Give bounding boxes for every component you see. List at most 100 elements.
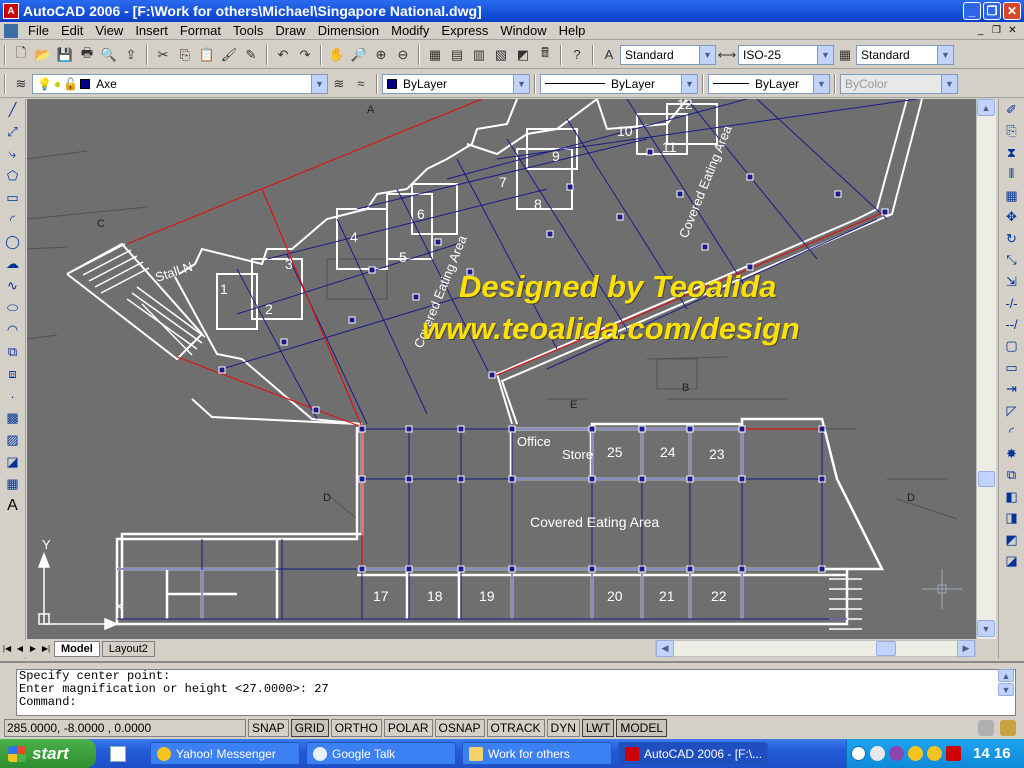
undo-icon[interactable]: ↶ [272, 44, 294, 66]
send-under-icon[interactable]: ◪ [1000, 551, 1024, 573]
menu-window[interactable]: Window [494, 23, 552, 38]
copy-icon[interactable]: ⎘ [174, 44, 196, 66]
dim-style-select[interactable]: ISO-25 ▼ [738, 44, 834, 65]
zoom-window-icon[interactable]: ⊕ [370, 44, 392, 66]
match-properties-icon[interactable]: 🖌 [218, 44, 240, 66]
prev-tab-icon[interactable]: ◀ [14, 642, 26, 656]
document-icon[interactable] [4, 23, 18, 38]
spline-tool-icon[interactable]: ∿ [1, 275, 25, 297]
last-tab-icon[interactable]: ▶| [40, 642, 52, 656]
menu-help[interactable]: Help [553, 23, 592, 38]
clock[interactable]: 14 16 [973, 745, 1011, 762]
menu-view[interactable]: View [89, 23, 129, 38]
block-editor-icon[interactable]: ✎ [240, 44, 262, 66]
help-icon[interactable]: ? [566, 44, 588, 66]
properties-icon[interactable]: ▦ [424, 44, 446, 66]
publish-icon[interactable]: ⇪ [120, 44, 142, 66]
plot-preview-icon[interactable]: 🔍 [98, 44, 120, 66]
chevron-down-icon[interactable]: ▼ [813, 74, 829, 93]
ellipse-arc-icon[interactable]: ◠ [1, 319, 25, 341]
zoom-previous-icon[interactable]: ⊖ [392, 44, 414, 66]
join-tool-icon[interactable]: ⇥ [1000, 379, 1024, 401]
trim-tool-icon[interactable]: -/- [1000, 293, 1024, 315]
region-tool-icon[interactable]: ◪ [1, 451, 25, 473]
chamfer-tool-icon[interactable]: ◸ [1000, 400, 1024, 422]
menu-edit[interactable]: Edit [55, 23, 89, 38]
menu-modify[interactable]: Modify [385, 23, 435, 38]
revision-cloud-icon[interactable]: ☁ [1, 253, 25, 275]
polygon-tool-icon[interactable]: ⬠ [1, 165, 25, 187]
cut-icon[interactable]: ✂ [152, 44, 174, 66]
start-button[interactable]: start [0, 739, 96, 768]
first-tab-icon[interactable]: |◀ [1, 642, 13, 656]
move-tool-icon[interactable]: ✥ [1000, 207, 1024, 229]
b-app-icon[interactable] [946, 746, 961, 761]
scroll-left-icon[interactable]: ◀ [656, 640, 674, 657]
task-google-talk[interactable]: Google Talk [306, 742, 456, 765]
command-history[interactable]: Specify center point: Enter magnificatio… [16, 669, 1016, 716]
next-tab-icon[interactable]: ▶ [27, 642, 39, 656]
point-tool-icon[interactable]: · [1, 385, 25, 407]
insert-block-icon[interactable]: ⧉ [1, 341, 25, 363]
ortho-toggle[interactable]: ORTHO [330, 719, 382, 737]
table-style-icon[interactable]: ▦ [834, 44, 856, 66]
save-icon[interactable]: 💾 [54, 44, 76, 66]
model-toggle[interactable]: MODEL [616, 719, 668, 737]
doc-restore-button[interactable]: ❐ [989, 23, 1004, 37]
mirror-tool-icon[interactable]: ⧗ [1000, 142, 1024, 164]
tool-palettes-icon[interactable]: ▥ [468, 44, 490, 66]
menu-dimension[interactable]: Dimension [312, 23, 385, 38]
open-file-icon[interactable]: 📂 [32, 44, 54, 66]
chevron-down-icon[interactable]: ▼ [937, 45, 953, 64]
layer-manager-icon[interactable]: ≋ [10, 73, 32, 95]
redo-icon[interactable]: ↷ [294, 44, 316, 66]
layer-previous-icon[interactable]: ≈ [350, 73, 372, 95]
scale-tool-icon[interactable]: ⤡ [1000, 250, 1024, 272]
plot-icon[interactable]: 🖶 [76, 44, 98, 66]
task-autocad[interactable]: AutoCAD 2006 - [F:\... [618, 742, 768, 765]
bring-above-icon[interactable]: ◩ [1000, 529, 1024, 551]
polar-toggle[interactable]: POLAR [383, 719, 433, 737]
design-center-icon[interactable]: ▤ [446, 44, 468, 66]
send-back-icon[interactable]: ◨ [1000, 508, 1024, 530]
erase-tool-icon[interactable]: ✐ [1000, 99, 1024, 121]
task-work-for-others[interactable]: Work for others [462, 742, 612, 765]
calculator-icon[interactable]: 🖩 [534, 44, 556, 66]
scroll-down-icon[interactable]: ▼ [977, 620, 995, 637]
tray-collapse-icon[interactable] [851, 746, 866, 761]
menu-insert[interactable]: Insert [129, 23, 174, 38]
multiline-text-icon[interactable]: A [1, 495, 25, 517]
sheet-set-icon[interactable]: ▧ [490, 44, 512, 66]
lock-toolbar-icon[interactable] [1000, 720, 1016, 736]
doc-close-button[interactable]: ✕ [1005, 23, 1020, 37]
command-scrollbar[interactable]: ▲ ▼ [998, 669, 1016, 716]
make-layer-current-icon[interactable]: ≋ [328, 73, 350, 95]
tab-model[interactable]: Model [54, 640, 100, 657]
table-style-select[interactable]: Standard ▼ [856, 44, 954, 65]
chevron-down-icon[interactable]: ▼ [311, 74, 327, 93]
pan-icon[interactable]: ✋ [326, 44, 348, 66]
minimize-button[interactable]: _ [963, 2, 981, 20]
close-button[interactable]: ✕ [1003, 2, 1021, 20]
menu-express[interactable]: Express [435, 23, 494, 38]
lineweight-select[interactable]: ByLayer ▼ [708, 73, 830, 94]
copy-object-icon[interactable]: ⎘ [1000, 121, 1024, 143]
text-style-select[interactable]: Standard ▼ [620, 44, 716, 65]
fillet-tool-icon[interactable]: ◜ [1000, 422, 1024, 444]
rectangle-tool-icon[interactable]: ▭ [1, 187, 25, 209]
dim-style-icon[interactable]: ⟷ [716, 44, 738, 66]
paste-icon[interactable]: 📋 [196, 44, 218, 66]
otrack-toggle[interactable]: OTRACK [486, 719, 545, 737]
ellipse-tool-icon[interactable]: ⬭ [1, 297, 25, 319]
chevron-down-icon[interactable]: ▼ [817, 45, 833, 64]
drawing-vertical-scrollbar[interactable]: ▲ ▼ [976, 99, 996, 639]
lwt-toggle[interactable]: LWT [581, 719, 615, 737]
construction-line-icon[interactable]: ⤢ [1, 121, 25, 143]
hatch-tool-icon[interactable]: ▩ [1, 407, 25, 429]
task-yahoo-messenger[interactable]: Yahoo! Messenger [150, 742, 300, 765]
stretch-tool-icon[interactable]: ⇲ [1000, 271, 1024, 293]
network-icon[interactable] [908, 746, 923, 761]
mail-icon[interactable] [870, 746, 885, 761]
communication-center-icon[interactable] [978, 720, 994, 736]
array-tool-icon[interactable]: ▦ [1000, 185, 1024, 207]
